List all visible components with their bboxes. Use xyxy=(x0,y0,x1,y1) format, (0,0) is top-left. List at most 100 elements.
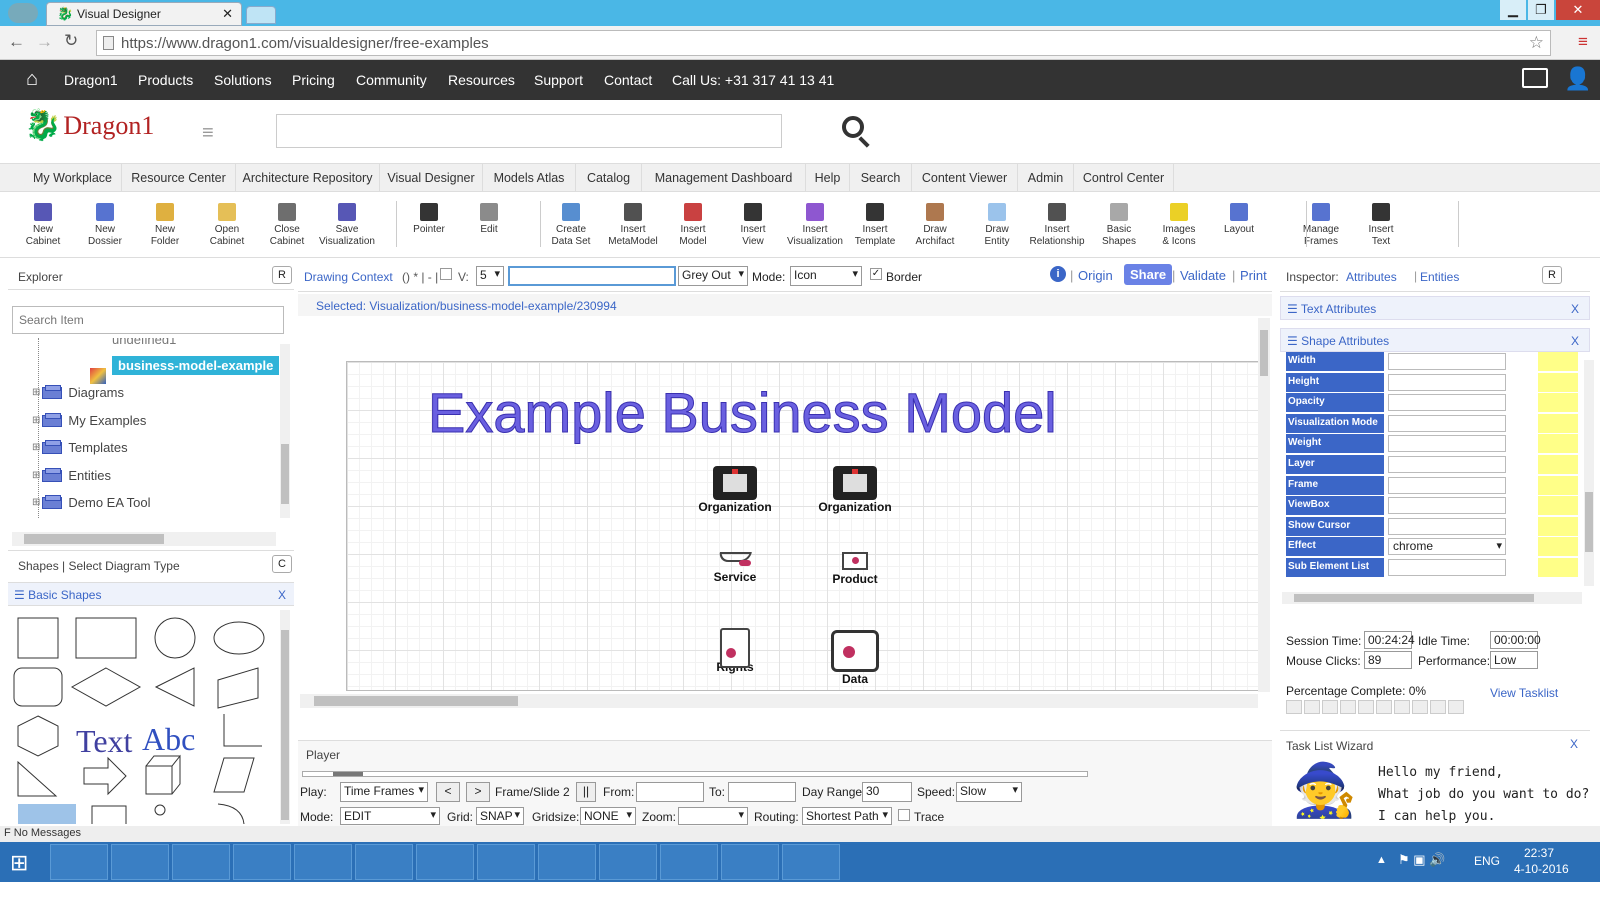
task-wizard-close[interactable]: X xyxy=(1570,737,1578,751)
doc-shape[interactable] xyxy=(91,805,127,824)
explorer-scroll-thumb[interactable] xyxy=(281,444,289,504)
toolbar-layout-button[interactable]: Layout xyxy=(1208,203,1270,236)
cube-shape[interactable] xyxy=(145,754,181,795)
explorer-refresh-button[interactable]: R xyxy=(272,266,292,284)
basic-shapes-section[interactable]: ☰ Basic Shapes X xyxy=(8,582,294,606)
toolbar-insert-model-button[interactable]: Insert Model xyxy=(662,203,724,248)
abc-sample[interactable]: Abc xyxy=(142,721,195,757)
inspector-attributes-link[interactable]: Attributes xyxy=(1346,270,1397,284)
tree-item[interactable]: ⊞ Templates xyxy=(32,437,128,459)
attribute-input[interactable] xyxy=(1388,456,1506,473)
toolbar-insert-relationship-button[interactable]: Insert Relationship xyxy=(1026,203,1088,248)
notepad-icon[interactable] xyxy=(355,844,413,880)
menu-search[interactable]: Search xyxy=(850,164,912,192)
toolbar-draw-entity-button[interactable]: Draw Entity xyxy=(966,203,1028,248)
tray-icons[interactable]: ⚑ ▣ 🔊 xyxy=(1398,852,1445,868)
prev-frame-button[interactable]: < xyxy=(436,782,460,802)
attribute-input[interactable] xyxy=(1388,497,1506,515)
tree-item-selected[interactable]: business-model-example xyxy=(112,356,280,375)
search-icon[interactable] xyxy=(842,116,864,138)
toolbar-open-cabinet-button[interactable]: Open Cabinet xyxy=(196,203,258,248)
play-select[interactable]: Time Frames xyxy=(340,782,428,802)
attribute-input[interactable] xyxy=(1388,435,1506,453)
clock-time[interactable]: 22:37 xyxy=(1524,846,1554,860)
menu-catalog[interactable]: Catalog xyxy=(576,164,642,192)
task-manager-icon[interactable] xyxy=(233,844,291,880)
bookmark-star-icon[interactable]: ☆ xyxy=(1529,33,1544,53)
hexagon-shape[interactable] xyxy=(17,715,59,757)
next-frame-button[interactable]: > xyxy=(466,782,490,802)
toolbar-draw-archifact-button[interactable]: Draw Archifact xyxy=(904,203,966,248)
file-explorer-icon[interactable] xyxy=(50,844,108,880)
shapes-clear-button[interactable]: C xyxy=(272,555,292,573)
dayrange-input[interactable]: 30 xyxy=(862,782,912,802)
explorer-hscrollbar[interactable] xyxy=(12,532,276,546)
expand-icon[interactable]: ⊞ xyxy=(32,465,40,487)
tools-icon[interactable] xyxy=(721,844,779,880)
view-tasklist-link[interactable]: View Tasklist xyxy=(1490,686,1558,700)
attribute-input[interactable] xyxy=(1388,559,1506,576)
basic-shapes-close[interactable]: X xyxy=(278,588,286,602)
toolbar-new-cabinet-button[interactable]: New Cabinet xyxy=(12,203,74,248)
tree-item[interactable]: ⊞ Demo EA Tool xyxy=(32,492,151,514)
nav-call-us[interactable]: Call Us: +31 317 41 13 41 xyxy=(672,72,834,88)
windows-start-icon[interactable]: ⊞ xyxy=(10,850,28,876)
menu-architecture-repository[interactable]: Architecture Repository xyxy=(236,164,380,192)
close-window-icon[interactable]: ✕ xyxy=(1556,0,1600,20)
chrome-icon[interactable] xyxy=(294,844,352,880)
attribute-input[interactable]: chrome xyxy=(1388,538,1506,556)
nav-dragon1[interactable]: Dragon1 xyxy=(64,72,118,88)
ellipse-shape[interactable] xyxy=(213,621,265,655)
menu-icon[interactable]: ≡ xyxy=(1578,32,1588,52)
text-attributes-close[interactable]: X xyxy=(1571,302,1579,316)
attribute-input[interactable] xyxy=(1388,414,1506,432)
menu-control-center[interactable]: Control Center xyxy=(1074,164,1174,192)
expand-icon[interactable]: ⊞ xyxy=(32,382,40,404)
inspector-hscroll-thumb[interactable] xyxy=(1294,594,1534,602)
home-icon[interactable]: ⌂ xyxy=(26,68,38,91)
routing-select[interactable]: Shortest Path xyxy=(802,807,892,825)
explorer-scrollbar[interactable] xyxy=(280,344,290,518)
canvas-hscroll-thumb[interactable] xyxy=(314,696,518,706)
origin-link[interactable]: Origin xyxy=(1078,268,1113,283)
toolbar-edit-button[interactable]: Edit xyxy=(458,203,520,236)
canvas-hscrollbar[interactable] xyxy=(300,694,1258,708)
menu-content-viewer[interactable]: Content Viewer xyxy=(912,164,1018,192)
grey-out-select[interactable]: Grey Out xyxy=(678,266,748,286)
image-thumbnail[interactable] xyxy=(18,804,76,824)
actor-shape[interactable] xyxy=(154,804,166,816)
toolbar-insert-text-button[interactable]: Insert Text xyxy=(1350,203,1412,248)
border-checkbox[interactable]: ✓ xyxy=(870,268,882,280)
language-indicator[interactable]: ENG xyxy=(1474,854,1500,868)
folder-icon[interactable] xyxy=(538,844,596,880)
explorer-search-input[interactable] xyxy=(12,306,284,334)
toolbar-insert-metamodel-button[interactable]: Insert MetaModel xyxy=(602,203,664,248)
tree-item[interactable]: ⊞ Diagrams xyxy=(32,382,124,404)
user-icon[interactable]: 👤 xyxy=(1564,66,1591,92)
restore-icon[interactable]: ❐ xyxy=(1528,0,1554,20)
diamond-shape[interactable] xyxy=(70,667,142,707)
nav-community[interactable]: Community xyxy=(356,72,427,88)
attribute-input[interactable] xyxy=(1388,394,1506,412)
circle-shape[interactable] xyxy=(154,617,196,659)
product-shape[interactable]: Product xyxy=(810,548,900,586)
context-checkbox[interactable] xyxy=(440,268,452,280)
canvas-vscroll-thumb[interactable] xyxy=(1260,330,1268,376)
shapes-scrollbar[interactable] xyxy=(280,610,290,824)
data-shape[interactable]: Data xyxy=(810,630,900,686)
validate-link[interactable]: Validate xyxy=(1180,268,1226,283)
visual-studio-icon[interactable] xyxy=(172,844,230,880)
rounded-rect-shape[interactable] xyxy=(13,667,63,707)
square-shape[interactable] xyxy=(17,617,59,659)
print-link[interactable]: Print xyxy=(1240,268,1267,283)
grid-select[interactable]: SNAP xyxy=(476,807,524,825)
clock-date[interactable]: 4-10-2016 xyxy=(1514,862,1569,876)
right-triangle-shape[interactable] xyxy=(17,760,58,797)
timeline-slider[interactable] xyxy=(302,771,1088,777)
from-input[interactable] xyxy=(636,782,704,802)
toolbar-basic-shapes-button[interactable]: Basic Shapes xyxy=(1088,203,1150,248)
nav-pricing[interactable]: Pricing xyxy=(292,72,335,88)
tray-up-icon[interactable]: ▲ xyxy=(1376,854,1387,866)
timeline-thumb[interactable] xyxy=(333,772,363,776)
toolbar-insert-template-button[interactable]: Insert Template xyxy=(844,203,906,248)
